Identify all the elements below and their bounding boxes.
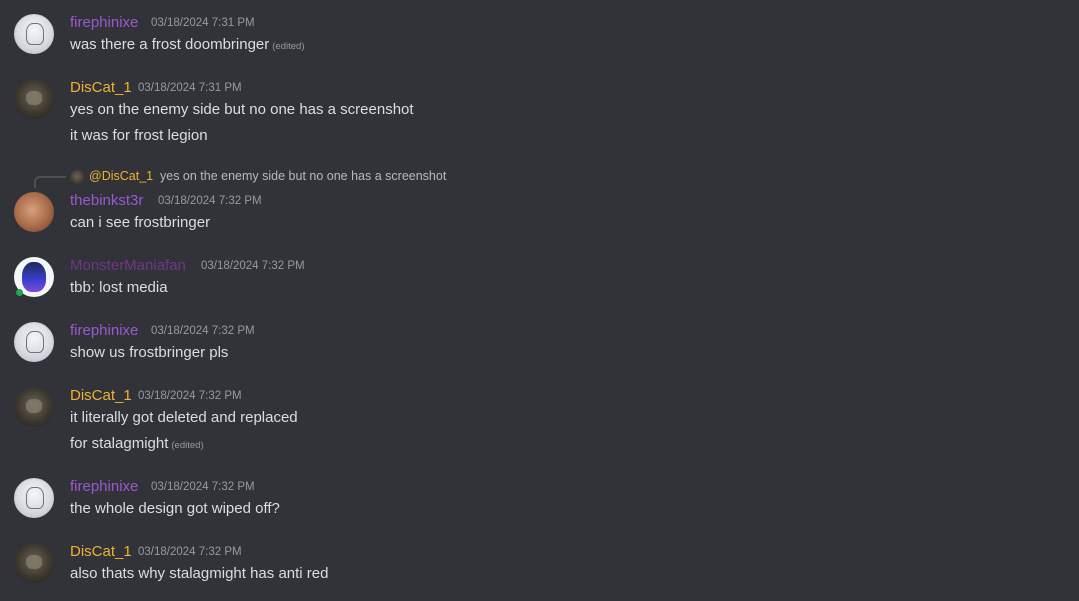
timestamp: 03/18/2024 7:32 PM (138, 390, 242, 402)
message-text: it literally got deleted and replaced (70, 409, 298, 426)
reply-connector (34, 176, 66, 188)
timestamp: 03/18/2024 7:31 PM (138, 82, 242, 94)
username[interactable]: firephinixe (70, 322, 138, 339)
edited-label: (edited) (171, 440, 204, 451)
message-text: tbb: lost media (70, 279, 168, 296)
username[interactable]: DisCat_1 (70, 387, 132, 404)
reply-avatar (70, 170, 84, 184)
timestamp: 03/18/2024 7:31 PM (151, 17, 255, 29)
username[interactable]: firephinixe (70, 14, 138, 31)
timestamp: 03/18/2024 7:32 PM (151, 481, 255, 493)
avatar[interactable] (14, 14, 54, 54)
avatar[interactable] (14, 192, 54, 232)
message-text: also thats why stalagmight has anti red (70, 565, 329, 582)
message-text: yes on the enemy side but no one has a s… (70, 101, 414, 118)
username[interactable]: firephinixe (70, 478, 138, 495)
username[interactable]: MonsterManiafan (70, 257, 186, 274)
avatar[interactable] (14, 478, 54, 518)
username[interactable]: DisCat_1 (70, 79, 132, 96)
message-text: was there a frost doombringer (70, 36, 270, 53)
username[interactable]: thebinkst3r (70, 192, 143, 209)
message-text: the whole design got wiped off? (70, 500, 280, 517)
avatar[interactable] (14, 543, 54, 583)
message-text: it was for frost legion (70, 127, 208, 144)
message-content: was there a frost doombringer (edited) (70, 36, 304, 53)
status-dot (16, 289, 23, 296)
timestamp: 03/18/2024 7:32 PM (201, 260, 305, 272)
edited-label: (edited) (272, 41, 305, 52)
message-text: show us frostbringer pls (70, 344, 229, 361)
reply-preview[interactable]: yes on the enemy side but no one has a s… (160, 169, 446, 183)
timestamp: 03/18/2024 7:32 PM (158, 195, 262, 207)
avatar[interactable] (14, 322, 54, 362)
timestamp: 03/18/2024 7:32 PM (138, 546, 242, 558)
message-text: can i see frostbringer (70, 214, 211, 231)
avatar[interactable] (14, 79, 54, 119)
reply-mention[interactable]: @DisCat_1 (89, 169, 153, 183)
timestamp: 03/18/2024 7:32 PM (151, 325, 255, 337)
message-content: for stalagmight (edited) (70, 435, 204, 452)
avatar[interactable] (14, 387, 54, 427)
username[interactable]: DisCat_1 (70, 543, 132, 560)
message-text: for stalagmight (70, 435, 169, 452)
